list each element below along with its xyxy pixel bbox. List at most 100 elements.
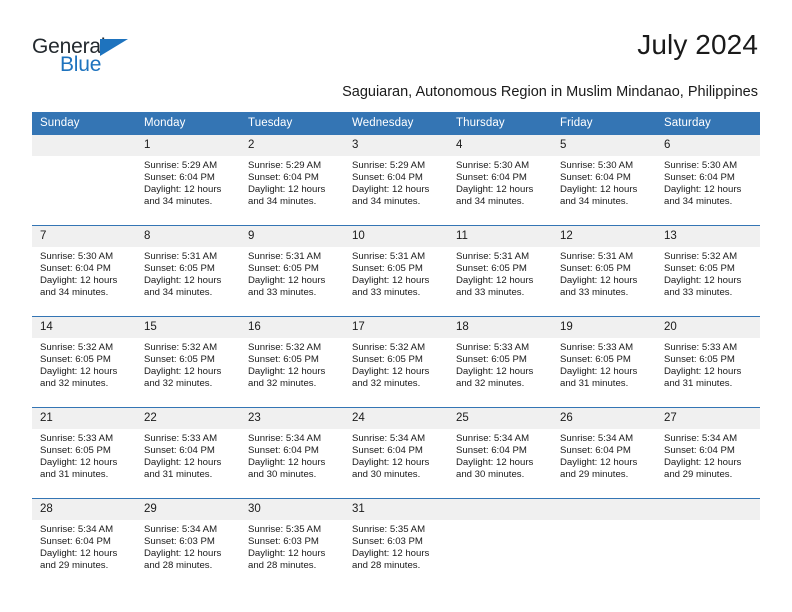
daylight-duration-line1: Daylight: 12 hours — [144, 457, 222, 469]
daylight-duration-line2: and 31 minutes. — [664, 378, 733, 390]
day-details: Sunrise: 5:34 AM Sunset: 6:04 PM Daylight:… — [32, 520, 136, 572]
calendar-day-cell[interactable]: 25 Sunrise: 5:34 AM Sunset: 6:04 PM Dayligh… — [448, 407, 552, 499]
sunrise-time: Sunrise: 5:29 AM — [352, 160, 426, 171]
sunset-time: Sunset: 6:04 PM — [456, 445, 527, 457]
daylight-duration-line1: Daylight: 12 hours — [560, 275, 638, 287]
daylight-duration-line1: Daylight: 12 hours — [248, 184, 326, 196]
calendar-day-cell[interactable]: 22 Sunrise: 5:33 AM Sunset: 6:04 PM Dayligh… — [136, 407, 240, 499]
sunrise-time: Sunrise: 5:34 AM — [248, 433, 322, 444]
calendar-day-cell[interactable]: 4 Sunrise: 5:30 AM Sunset: 6:04 PM Daylight… — [448, 134, 552, 226]
sunrise-time: Sunrise: 5:34 AM — [352, 433, 426, 444]
day-number: 2 — [240, 135, 344, 156]
calendar-day-cell[interactable]: 28 Sunrise: 5:34 AM Sunset: 6:04 PM Dayligh… — [32, 498, 136, 589]
calendar-day-cell[interactable]: 2 Sunrise: 5:29 AM Sunset: 6:04 PM Daylight… — [240, 134, 344, 226]
day-details: Sunrise: 5:32 AM Sunset: 6:05 PM Daylight:… — [344, 338, 448, 390]
calendar-day-cell[interactable]: 21 Sunrise: 5:33 AM Sunset: 6:05 PM Dayligh… — [32, 407, 136, 499]
calendar-day-cell[interactable]: 17 Sunrise: 5:32 AM Sunset: 6:05 PM Dayligh… — [344, 316, 448, 408]
day-number: 30 — [240, 499, 344, 520]
calendar-day-cell[interactable]: 26 Sunrise: 5:34 AM Sunset: 6:04 PM Dayligh… — [552, 407, 656, 499]
calendar-day-cell[interactable]: 1 Sunrise: 5:29 AM Sunset: 6:04 PM Daylight… — [136, 134, 240, 226]
daylight-duration-line1: Daylight: 12 hours — [40, 548, 118, 560]
day-number — [552, 499, 656, 520]
daylight-duration-line2: and 33 minutes. — [560, 287, 629, 299]
sunset-time: Sunset: 6:04 PM — [456, 172, 527, 184]
daylight-duration-line1: Daylight: 12 hours — [352, 275, 430, 287]
daylight-duration-line2: and 34 minutes. — [40, 287, 109, 299]
calendar-day-cell[interactable]: 9 Sunrise: 5:31 AM Sunset: 6:05 PM Daylight… — [240, 225, 344, 317]
day-details: Sunrise: 5:33 AM Sunset: 6:05 PM Daylight:… — [552, 338, 656, 390]
day-details: Sunrise: 5:30 AM Sunset: 6:04 PM Daylight:… — [552, 156, 656, 208]
day-number: 17 — [344, 317, 448, 338]
sunset-time: Sunset: 6:05 PM — [248, 263, 319, 275]
daylight-duration-line1: Daylight: 12 hours — [248, 366, 326, 378]
sunset-time: Sunset: 6:04 PM — [144, 445, 215, 457]
calendar-day-cell[interactable]: 3 Sunrise: 5:29 AM Sunset: 6:04 PM Daylight… — [344, 134, 448, 226]
calendar-day-cell[interactable]: 5 Sunrise: 5:30 AM Sunset: 6:04 PM Daylight… — [552, 134, 656, 226]
daylight-duration-line1: Daylight: 12 hours — [144, 366, 222, 378]
sunrise-time: Sunrise: 5:30 AM — [456, 160, 530, 171]
day-details: Sunrise: 5:32 AM Sunset: 6:05 PM Daylight:… — [32, 338, 136, 390]
brand-logo[interactable]: General Blue — [32, 30, 138, 76]
calendar-day-cell[interactable]: 12 Sunrise: 5:31 AM Sunset: 6:05 PM Dayligh… — [552, 225, 656, 317]
calendar-day-cell[interactable]: 15 Sunrise: 5:32 AM Sunset: 6:05 PM Dayligh… — [136, 316, 240, 408]
sunset-time: Sunset: 6:04 PM — [664, 445, 735, 457]
daylight-duration-line2: and 34 minutes. — [144, 287, 213, 299]
daylight-duration-line2: and 31 minutes. — [40, 469, 109, 481]
daylight-duration-line1: Daylight: 12 hours — [560, 184, 638, 196]
day-number: 11 — [448, 226, 552, 247]
day-number: 16 — [240, 317, 344, 338]
daylight-duration-line2: and 34 minutes. — [456, 196, 525, 208]
calendar-day-cell[interactable]: 27 Sunrise: 5:34 AM Sunset: 6:04 PM Dayligh… — [656, 407, 760, 499]
daylight-duration-line1: Daylight: 12 hours — [456, 275, 534, 287]
calendar-day-cell[interactable]: 10 Sunrise: 5:31 AM Sunset: 6:05 PM Dayligh… — [344, 225, 448, 317]
daylight-duration-line1: Daylight: 12 hours — [664, 184, 742, 196]
daylight-duration-line2: and 33 minutes. — [352, 287, 421, 299]
day-number: 28 — [32, 499, 136, 520]
day-details: Sunrise: 5:33 AM Sunset: 6:05 PM Daylight:… — [448, 338, 552, 390]
sunset-time: Sunset: 6:04 PM — [560, 172, 631, 184]
daylight-duration-line1: Daylight: 12 hours — [664, 366, 742, 378]
sunset-time: Sunset: 6:05 PM — [352, 263, 423, 275]
calendar-day-cell[interactable]: 6 Sunrise: 5:30 AM Sunset: 6:04 PM Daylight… — [656, 134, 760, 226]
calendar-day-cell[interactable]: 14 Sunrise: 5:32 AM Sunset: 6:05 PM Dayligh… — [32, 316, 136, 408]
day-number: 5 — [552, 135, 656, 156]
day-number: 1 — [136, 135, 240, 156]
daylight-duration-line1: Daylight: 12 hours — [352, 366, 430, 378]
calendar-day-cell[interactable]: 18 Sunrise: 5:33 AM Sunset: 6:05 PM Dayligh… — [448, 316, 552, 408]
calendar-day-cell-empty — [32, 134, 136, 226]
calendar-day-cell[interactable]: 31 Sunrise: 5:35 AM Sunset: 6:03 PM Dayligh… — [344, 498, 448, 589]
sunrise-time: Sunrise: 5:31 AM — [248, 251, 322, 262]
daylight-duration-line2: and 32 minutes. — [352, 378, 421, 390]
day-number: 8 — [136, 226, 240, 247]
daylight-duration-line1: Daylight: 12 hours — [560, 457, 638, 469]
calendar-day-cell[interactable]: 13 Sunrise: 5:32 AM Sunset: 6:05 PM Dayligh… — [656, 225, 760, 317]
calendar-day-cell[interactable]: 11 Sunrise: 5:31 AM Sunset: 6:05 PM Dayligh… — [448, 225, 552, 317]
calendar-day-cell[interactable]: 20 Sunrise: 5:33 AM Sunset: 6:05 PM Dayligh… — [656, 316, 760, 408]
sunrise-time: Sunrise: 5:33 AM — [560, 342, 634, 353]
calendar-day-cell[interactable]: 30 Sunrise: 5:35 AM Sunset: 6:03 PM Dayligh… — [240, 498, 344, 589]
calendar-day-cell[interactable]: 23 Sunrise: 5:34 AM Sunset: 6:04 PM Dayligh… — [240, 407, 344, 499]
brand-name-blue: Blue — [60, 53, 102, 76]
calendar-day-cell[interactable]: 24 Sunrise: 5:34 AM Sunset: 6:04 PM Dayligh… — [344, 407, 448, 499]
sunset-time: Sunset: 6:04 PM — [144, 172, 215, 184]
daylight-duration-line1: Daylight: 12 hours — [248, 548, 326, 560]
day-details: Sunrise: 5:34 AM Sunset: 6:04 PM Daylight:… — [552, 429, 656, 481]
daylight-duration-line1: Daylight: 12 hours — [352, 184, 430, 196]
daylight-duration-line1: Daylight: 12 hours — [144, 548, 222, 560]
calendar-day-cell[interactable]: 29 Sunrise: 5:34 AM Sunset: 6:03 PM Dayligh… — [136, 498, 240, 589]
calendar-day-cell[interactable]: 19 Sunrise: 5:33 AM Sunset: 6:05 PM Dayligh… — [552, 316, 656, 408]
daylight-duration-line2: and 30 minutes. — [248, 469, 317, 481]
day-details: Sunrise: 5:34 AM Sunset: 6:04 PM Daylight:… — [344, 429, 448, 481]
calendar-day-cell[interactable]: 16 Sunrise: 5:32 AM Sunset: 6:05 PM Dayligh… — [240, 316, 344, 408]
weekday-header-tuesday: Tuesday — [240, 112, 344, 135]
calendar-day-cell[interactable]: 8 Sunrise: 5:31 AM Sunset: 6:05 PM Daylight… — [136, 225, 240, 317]
sunset-time: Sunset: 6:04 PM — [40, 263, 111, 275]
weekday-header-thursday: Thursday — [448, 112, 552, 135]
sunrise-time: Sunrise: 5:32 AM — [664, 251, 738, 262]
sunrise-time: Sunrise: 5:29 AM — [248, 160, 322, 171]
sunset-time: Sunset: 6:05 PM — [40, 354, 111, 366]
day-details: Sunrise: 5:35 AM Sunset: 6:03 PM Daylight:… — [240, 520, 344, 572]
sunrise-time: Sunrise: 5:33 AM — [144, 433, 218, 444]
day-number: 27 — [656, 408, 760, 429]
calendar-day-cell[interactable]: 7 Sunrise: 5:30 AM Sunset: 6:04 PM Daylight… — [32, 225, 136, 317]
